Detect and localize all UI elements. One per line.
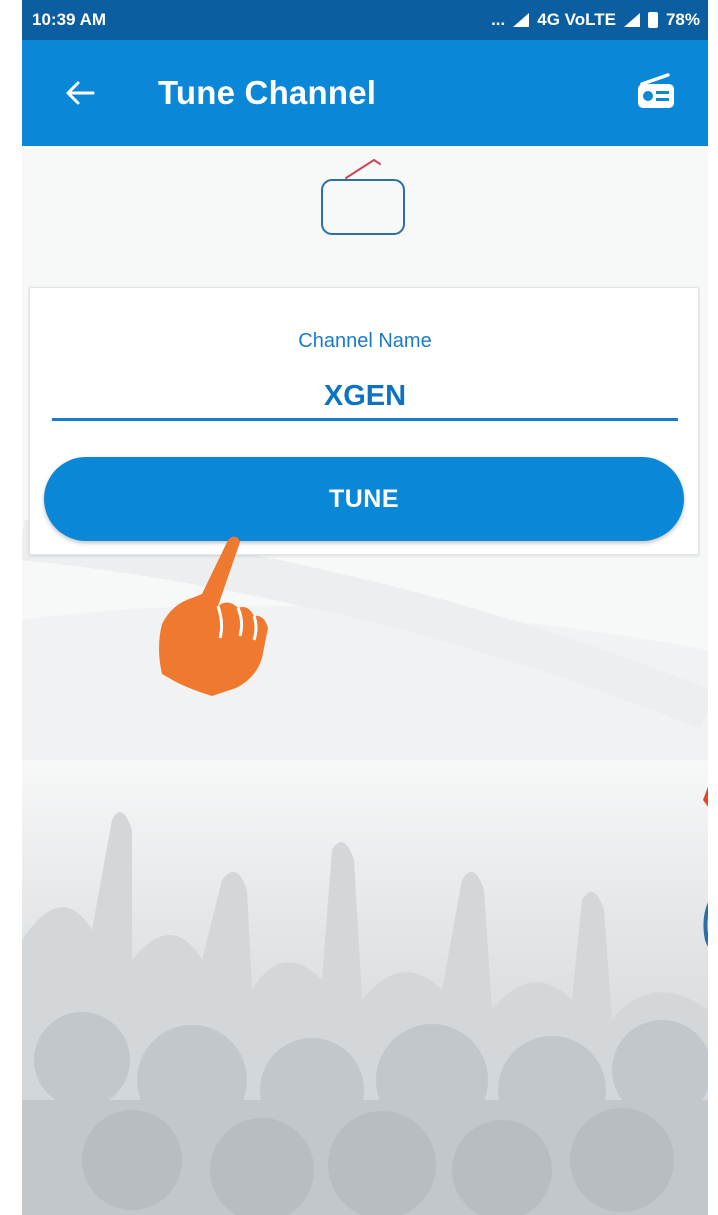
- crowd-background-image: [22, 760, 708, 1215]
- phone-screen: 10:39 AM ... 4G VoLTE 78% Tune Channel C…: [22, 0, 708, 1215]
- app-bar: Tune Channel: [22, 40, 708, 146]
- side-logo-fragment: [695, 760, 708, 1020]
- battery-icon: [647, 12, 658, 28]
- status-time: 10:39 AM: [32, 10, 107, 29]
- network-type: 4G VoLTE: [537, 10, 616, 29]
- page-title: Tune Channel: [158, 74, 377, 111]
- channel-name-input[interactable]: [52, 376, 678, 416]
- waveform-banner: [22, 150, 708, 262]
- status-dots: ...: [491, 10, 506, 29]
- channel-name-label: Channel Name: [298, 330, 432, 352]
- back-arrow-icon[interactable]: [60, 68, 100, 118]
- signal-icon-2: [623, 13, 640, 27]
- status-bar: 10:39 AM ... 4G VoLTE 78%: [22, 0, 708, 40]
- status-indicators: ... 4G VoLTE 78%: [491, 10, 700, 30]
- pointing-hand-icon: [132, 528, 272, 708]
- battery-level: 78%: [665, 10, 700, 29]
- signal-icon: [513, 13, 530, 27]
- input-underline: [52, 418, 678, 421]
- radio-icon[interactable]: [634, 72, 678, 112]
- tune-form-card: Channel Name TUNE: [29, 287, 699, 555]
